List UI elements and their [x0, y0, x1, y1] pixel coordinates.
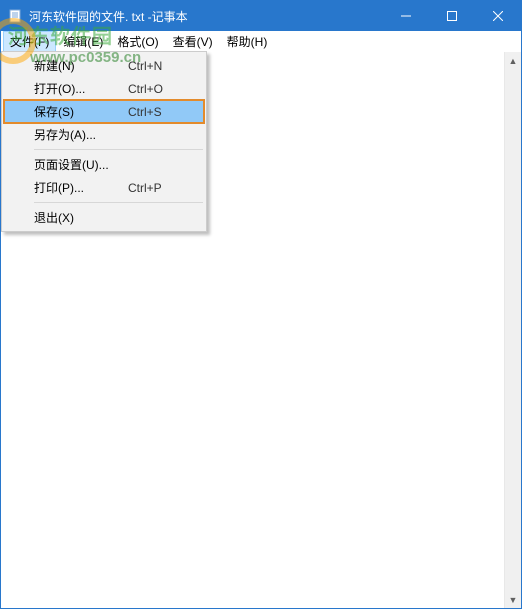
menu-item-shortcut: Ctrl+S	[128, 105, 174, 119]
scroll-up-icon[interactable]: ▲	[505, 52, 521, 69]
menu-item-shortcut: Ctrl+O	[128, 82, 174, 96]
scroll-track[interactable]	[505, 69, 521, 591]
menu-edit[interactable]: 编辑(E)	[56, 31, 110, 52]
menu-item-label: 另存为(A)...	[34, 126, 128, 143]
menu-item[interactable]: 保存(S)Ctrl+S	[4, 100, 204, 123]
menu-separator	[34, 202, 203, 203]
notepad-icon	[7, 8, 23, 24]
menu-item[interactable]: 页面设置(U)...	[4, 153, 204, 176]
menu-item-label: 打印(P)...	[34, 179, 128, 196]
file-menu-dropdown: 新建(N)Ctrl+N打开(O)...Ctrl+O保存(S)Ctrl+S另存为(…	[1, 51, 207, 232]
menu-view[interactable]: 查看(V)	[166, 31, 220, 52]
menu-item[interactable]: 打开(O)...Ctrl+O	[4, 77, 204, 100]
menu-item[interactable]: 退出(X)	[4, 206, 204, 229]
menu-item-label: 保存(S)	[34, 103, 128, 120]
window-title: 河东软件园的文件. txt -记事本	[29, 8, 383, 25]
menu-item-label: 退出(X)	[34, 209, 128, 226]
menu-item-shortcut: Ctrl+P	[128, 181, 174, 195]
minimize-button[interactable]	[383, 1, 429, 31]
menu-format[interactable]: 格式(O)	[110, 31, 165, 52]
menu-item[interactable]: 打印(P)...Ctrl+P	[4, 176, 204, 199]
vertical-scrollbar[interactable]: ▲ ▼	[504, 52, 521, 608]
scroll-down-icon[interactable]: ▼	[505, 591, 521, 608]
menu-item[interactable]: 另存为(A)...	[4, 123, 204, 146]
titlebar: 河东软件园的文件. txt -记事本	[1, 1, 521, 31]
menu-item-label: 打开(O)...	[34, 80, 128, 97]
menubar: 文件(F) 编辑(E) 格式(O) 查看(V) 帮助(H)	[1, 31, 521, 52]
menu-item[interactable]: 新建(N)Ctrl+N	[4, 54, 204, 77]
menu-file[interactable]: 文件(F)	[3, 31, 56, 52]
menu-item-shortcut: Ctrl+N	[128, 59, 174, 73]
menu-item-label: 页面设置(U)...	[34, 156, 128, 173]
maximize-button[interactable]	[429, 1, 475, 31]
menu-item-label: 新建(N)	[34, 57, 128, 74]
close-button[interactable]	[475, 1, 521, 31]
menu-help[interactable]: 帮助(H)	[220, 31, 275, 52]
menu-separator	[34, 149, 203, 150]
